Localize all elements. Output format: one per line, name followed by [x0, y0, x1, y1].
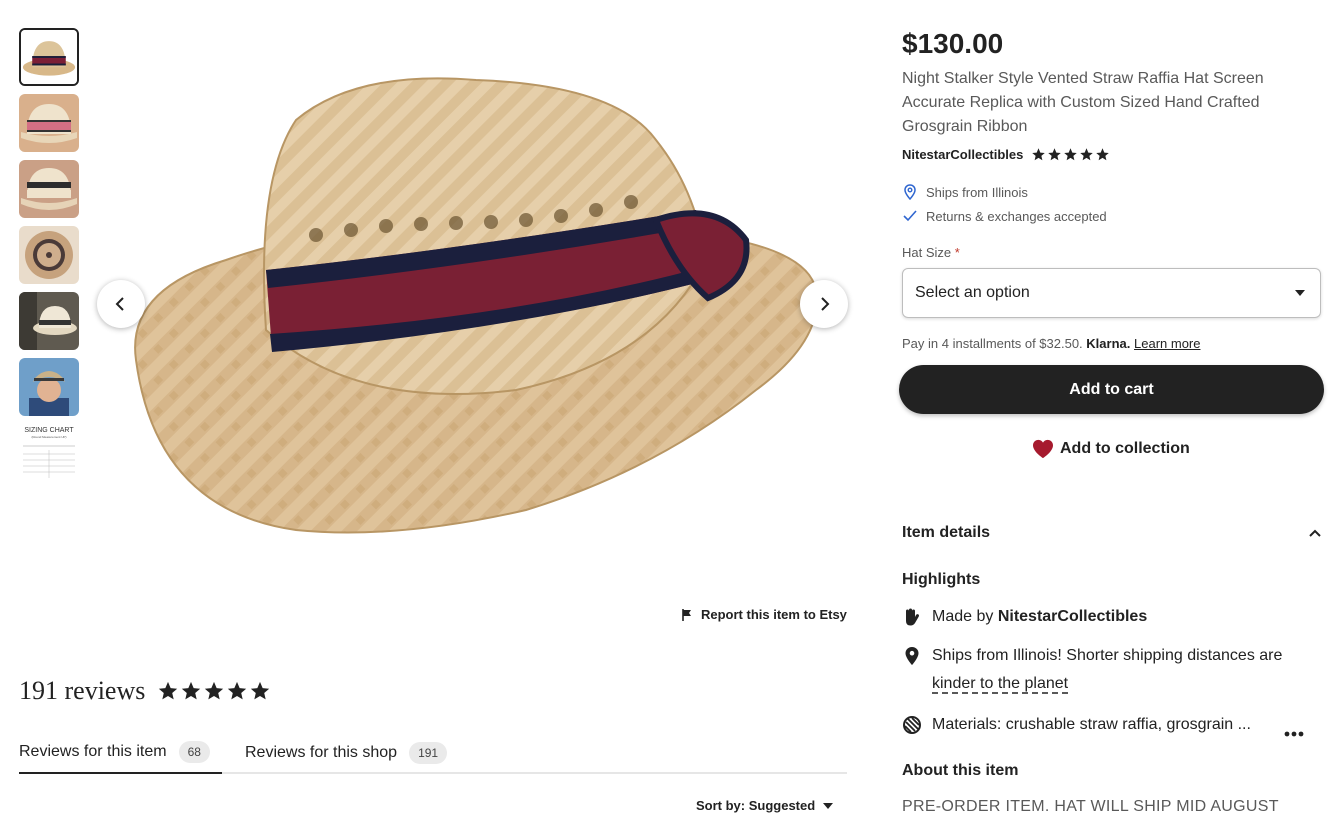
caret-down-icon — [823, 802, 834, 809]
highlights-heading: Highlights — [902, 571, 981, 588]
sort-label: Sort by: Suggested — [696, 798, 816, 813]
required-marker: * — [954, 245, 960, 260]
hat-size-label-text: Hat Size — [902, 245, 952, 260]
thumbnail-5[interactable] — [19, 292, 79, 350]
shop-star-rating — [1031, 147, 1110, 162]
highlight-made-by: Made by NitestarCollectibles — [902, 603, 1324, 631]
star-icon — [1096, 148, 1110, 161]
reviews-header: 191 reviews — [19, 676, 271, 706]
location-pin-icon — [905, 647, 919, 665]
returns-row: Returns & exchanges accepted — [902, 208, 1107, 224]
thumbnail-3[interactable] — [19, 160, 79, 218]
chevron-up-icon — [1309, 529, 1321, 537]
item-description: PRE-ORDER ITEM. HAT WILL SHIP MID AUGUST — [902, 798, 1279, 815]
listing-title: Night Stalker Style Vented Straw Raffia … — [902, 70, 1264, 135]
klarna-installments: Pay in 4 installments of $32.50. Klarna.… — [902, 336, 1200, 351]
reviews-star-rating — [157, 680, 271, 702]
highlight-materials: Materials: crushable straw raffia, grosg… — [902, 711, 1324, 739]
heart-icon — [1033, 439, 1053, 459]
ellipsis-icon — [1284, 731, 1304, 737]
star-icon — [182, 681, 201, 700]
next-image-button[interactable] — [800, 280, 848, 328]
hat-size-label: Hat Size * — [902, 245, 960, 260]
item-details-title: Item details — [902, 524, 991, 541]
ships-from-row: Ships from Illinois — [902, 184, 1028, 200]
thumbnail-strip: SIZING CHART (Round Measurement UP) — [19, 28, 79, 488]
made-by-shop-link[interactable]: NitestarCollectibles — [998, 608, 1147, 625]
reviews-count: 191 reviews — [19, 676, 146, 705]
item-details-toggle[interactable]: Item details — [902, 524, 1322, 542]
tab-reviews-shop[interactable]: Reviews for this shop 191 — [245, 732, 448, 774]
tab-label: Reviews for this shop — [245, 744, 398, 761]
klarna-learn-more-link[interactable]: Learn more — [1134, 336, 1200, 351]
about-heading: About this item — [902, 762, 1019, 779]
star-icon — [1080, 148, 1094, 161]
returns-text: Returns & exchanges accepted — [926, 208, 1107, 224]
made-by-prefix: Made by — [932, 608, 994, 625]
star-icon — [1032, 148, 1046, 161]
main-product-image — [96, 30, 848, 590]
checkmark-icon — [903, 210, 917, 222]
star-icon — [251, 681, 270, 700]
hat-size-select-value: Select an option — [915, 284, 1030, 301]
add-to-collection-label: Add to collection — [1060, 440, 1190, 457]
star-icon — [228, 681, 247, 700]
hand-wave-icon — [906, 608, 919, 626]
hat-size-select[interactable]: Select an option — [902, 268, 1321, 318]
chevron-left-icon — [115, 297, 124, 311]
thumbnail-7[interactable]: SIZING CHART (Round Measurement UP) — [19, 424, 79, 480]
thumbnail-6[interactable] — [19, 358, 79, 416]
shop-name-link[interactable]: NitestarCollectibles — [902, 147, 1023, 162]
klarna-logo: Klarna. — [1086, 336, 1131, 351]
report-item-link[interactable]: Report this item to Etsy — [681, 607, 847, 622]
thumbnail-4[interactable] — [19, 226, 79, 284]
report-label: Report this item to Etsy — [701, 607, 847, 622]
tab-reviews-item[interactable]: Reviews for this item 68 — [19, 732, 222, 774]
previous-image-button[interactable] — [97, 280, 145, 328]
star-icon — [1064, 148, 1078, 161]
materials-icon — [903, 716, 921, 734]
thumbnail-2[interactable] — [19, 94, 79, 152]
location-pin-icon — [904, 184, 916, 200]
sort-dropdown[interactable]: Sort by: Suggested — [696, 798, 834, 813]
materials-text: Materials: crushable straw raffia, grosg… — [932, 716, 1251, 733]
more-options-button[interactable] — [1284, 719, 1304, 747]
reviews-tabs: Reviews for this item 68 Reviews for thi… — [19, 732, 847, 774]
caret-down-icon — [1295, 290, 1305, 296]
sizing-chart-subtitle: (Round Measurement UP) — [31, 435, 66, 439]
tab-label: Reviews for this item — [19, 743, 167, 760]
chevron-right-icon — [821, 297, 830, 311]
flag-icon — [682, 608, 691, 621]
sizing-chart-title: SIZING CHART — [24, 427, 74, 434]
shop-row: NitestarCollectibles — [902, 147, 1110, 162]
thumbnail-1[interactable] — [19, 28, 79, 86]
star-icon — [1048, 148, 1062, 161]
tab-count-badge: 191 — [409, 742, 448, 764]
kinder-to-planet-link[interactable]: kinder to the planet — [932, 675, 1068, 692]
tab-count-badge: 68 — [178, 741, 210, 763]
star-icon — [159, 681, 178, 700]
ships-highlight-text: Ships from Illinois! Shorter shipping di… — [932, 647, 1283, 664]
add-to-collection-button[interactable]: Add to collection — [1032, 439, 1190, 459]
add-to-cart-button[interactable]: Add to cart — [899, 365, 1324, 414]
highlight-ships-from: Ships from Illinois! Shorter shipping di… — [902, 642, 1324, 698]
ships-from-text: Ships from Illinois — [926, 184, 1028, 200]
price: $130.00 — [902, 28, 1004, 59]
klarna-text: Pay in 4 installments of $32.50. — [902, 336, 1083, 351]
star-icon — [205, 681, 224, 700]
